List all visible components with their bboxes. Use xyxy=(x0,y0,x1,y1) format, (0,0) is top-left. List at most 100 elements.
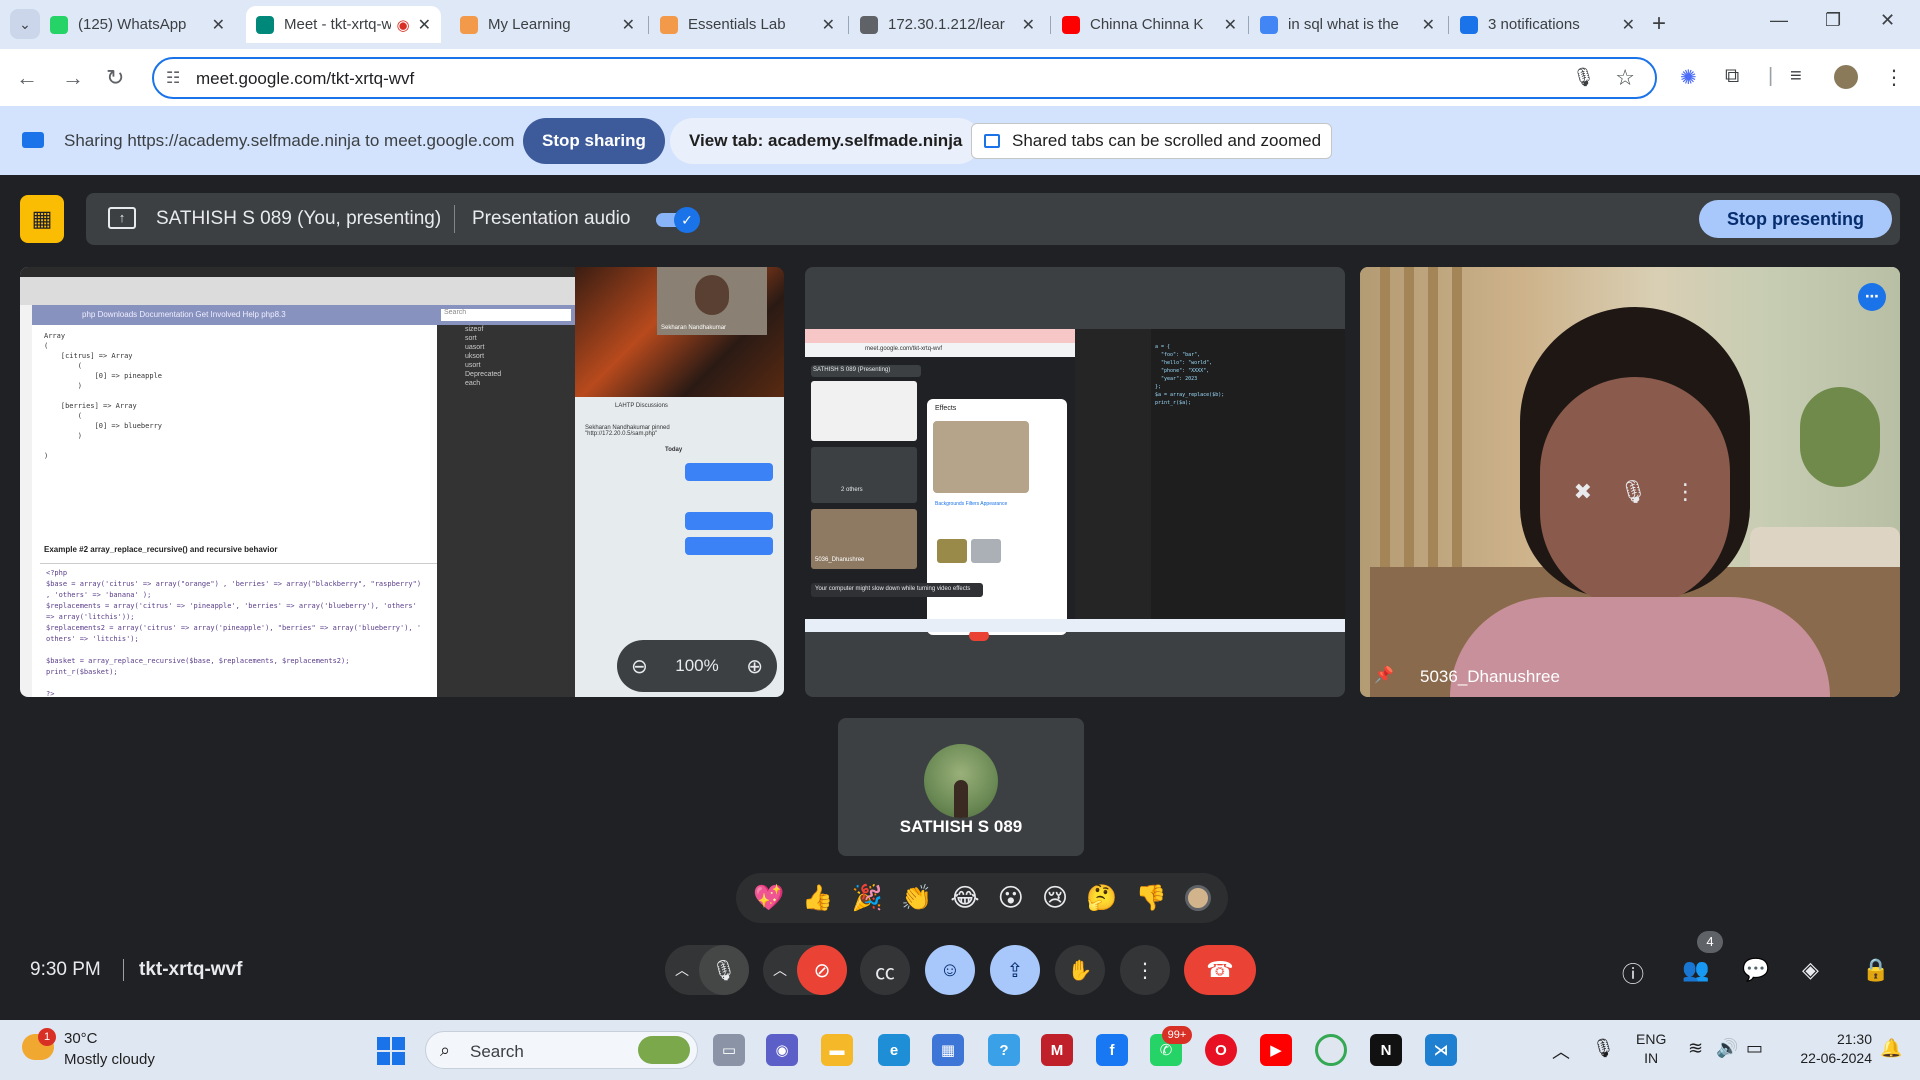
address-bar[interactable]: ☷ meet.google.com/tkt-xrtq-wvf 🎙 ☆ xyxy=(152,57,1657,99)
tab-close-icon[interactable]: ✕ xyxy=(622,15,635,35)
opera-icon[interactable]: O xyxy=(1205,1034,1237,1066)
zoom-in-icon[interactable]: ⊕ xyxy=(746,654,763,679)
minimize-button[interactable]: — xyxy=(1770,10,1788,31)
scroll-zoom-icon xyxy=(984,134,1000,148)
tab-close-icon[interactable]: ✕ xyxy=(418,15,431,35)
reaction-party-popper[interactable]: 🎉 xyxy=(852,884,883,913)
browser-tab[interactable]: (125) WhatsApp ✕ xyxy=(40,6,235,43)
presentation-audio-toggle[interactable]: ✓ xyxy=(656,207,700,233)
site-info-icon[interactable]: ☷ xyxy=(166,68,180,88)
reaction-surprised[interactable]: 😮 xyxy=(998,883,1024,913)
microsoft-store-icon[interactable]: ▦ xyxy=(932,1034,964,1066)
voice-search-icon[interactable]: 🎙 xyxy=(1572,67,1595,88)
bookmark-star-icon[interactable]: ☆ xyxy=(1615,65,1635,91)
browser-tab[interactable]: My Learning ✕ xyxy=(450,6,645,43)
zoom-out-icon[interactable]: ⊖ xyxy=(631,654,648,679)
teams-icon[interactable]: ◉ xyxy=(766,1034,798,1066)
edge-icon[interactable]: e xyxy=(878,1034,910,1066)
presentation-preview-tile[interactable]: meet.google.com/tkt-xrtq-wvf SATHISH S 0… xyxy=(805,267,1345,697)
presenting-bar-divider xyxy=(454,205,455,233)
host-controls-icon[interactable]: 🔒 xyxy=(1862,957,1889,983)
mic-icon[interactable]: 🎙 xyxy=(1619,479,1647,505)
system-clock[interactable]: 21:30 22-06-2024 xyxy=(1786,1030,1872,1068)
maximize-button[interactable]: ❐ xyxy=(1825,10,1841,31)
tab-close-icon[interactable]: ✕ xyxy=(822,15,835,35)
extension-gemini-icon[interactable]: ✺ xyxy=(1680,65,1697,90)
meeting-info-icon[interactable]: ⓘ xyxy=(1622,957,1644,989)
browser-tab[interactable]: Essentials Lab ✕ xyxy=(650,6,845,43)
browser-menu-icon[interactable]: ⋮ xyxy=(1884,65,1904,90)
input-language[interactable]: ENG IN xyxy=(1636,1030,1666,1068)
more-options-button[interactable]: ⋮ xyxy=(1120,945,1170,995)
media-controls-icon[interactable]: ≡ xyxy=(1790,65,1802,88)
new-tab-button[interactable]: + xyxy=(1652,10,1666,38)
chat-icon[interactable]: 💬 xyxy=(1742,957,1769,983)
reload-button[interactable]: ↻ xyxy=(106,65,124,91)
browser-tab[interactable]: 172.30.1.212/lear ✕ xyxy=(850,6,1045,43)
activities-icon[interactable]: ◈ xyxy=(1802,957,1819,983)
forward-button[interactable]: → xyxy=(62,65,84,91)
tab-search-button[interactable]: ⌄ xyxy=(10,9,40,39)
notification-bell-icon[interactable]: 🔔 xyxy=(1880,1038,1902,1059)
weather-condition[interactable]: Mostly cloudy xyxy=(64,1051,155,1068)
extensions-puzzle-icon[interactable]: ⧉ xyxy=(1725,65,1739,88)
shared-screen-tile[interactable]: php Downloads Documentation Get Involved… xyxy=(20,267,784,697)
reaction-thumbs-down[interactable]: 👎 xyxy=(1136,884,1167,913)
reaction-clapping[interactable]: 👏 xyxy=(901,884,932,913)
wifi-icon[interactable]: ≋ xyxy=(1688,1038,1703,1059)
tab-close-icon[interactable]: ✕ xyxy=(212,15,225,35)
weather-temperature[interactable]: 30°C xyxy=(64,1030,98,1047)
file-explorer-icon[interactable]: ▬ xyxy=(821,1034,853,1066)
profile-avatar[interactable] xyxy=(1834,65,1858,89)
reaction-thumbs-up[interactable]: 👍 xyxy=(802,884,833,913)
reaction-crying[interactable]: 😢 xyxy=(1042,883,1068,913)
taskbar-search[interactable]: ⌕ Search xyxy=(425,1031,698,1069)
facebook-icon[interactable]: f xyxy=(1096,1034,1128,1066)
self-tile[interactable]: SATHISH S 089 xyxy=(838,718,1084,856)
back-button[interactable]: ← xyxy=(16,65,38,91)
volume-icon[interactable]: 🔊 xyxy=(1716,1038,1738,1059)
mcafee-icon[interactable]: M xyxy=(1041,1034,1073,1066)
address-url[interactable]: meet.google.com/tkt-xrtq-wvf xyxy=(196,69,414,89)
more-options-icon[interactable]: ⋮ xyxy=(1674,479,1696,505)
battery-icon[interactable]: ▭ xyxy=(1746,1038,1763,1059)
reaction-sparkling-heart[interactable]: 💖 xyxy=(753,884,784,913)
tab-close-icon[interactable]: ✕ xyxy=(1422,15,1435,35)
captions-button[interactable]: ㏄ xyxy=(860,945,910,995)
browser-tab[interactable]: in sql what is the ✕ xyxy=(1250,6,1445,43)
browser-tab[interactable]: Meet - tkt-xrtq-wvf ◉ ✕ xyxy=(246,6,441,43)
tab-close-icon[interactable]: ✕ xyxy=(1224,15,1237,35)
task-view-icon[interactable]: ▭ xyxy=(713,1034,745,1066)
audio-options-chevron-icon[interactable]: ︿ xyxy=(665,960,699,980)
skin-tone-selector[interactable] xyxy=(1184,885,1211,911)
help-icon[interactable]: ? xyxy=(988,1034,1020,1066)
video-options-chevron-icon[interactable]: ︿ xyxy=(763,960,797,980)
view-shared-tab-button[interactable]: View tab: academy.selfmade.ninja xyxy=(670,118,982,164)
stop-presenting-button[interactable]: Stop presenting xyxy=(1699,200,1893,238)
people-icon[interactable]: 👥 xyxy=(1682,957,1709,983)
reaction-laughing[interactable]: 😂 xyxy=(950,883,979,913)
stop-sharing-button[interactable]: Stop sharing xyxy=(523,118,665,164)
emoji-reactions-button[interactable]: ☺ xyxy=(925,945,975,995)
raise-hand-button[interactable]: ✋ xyxy=(1055,945,1105,995)
close-window-button[interactable]: ✕ xyxy=(1880,10,1895,31)
unpin-icon[interactable]: ✖ xyxy=(1574,479,1592,505)
camera-off-button[interactable]: ⊘ xyxy=(797,945,847,995)
tile-more-icon[interactable]: ⋯ xyxy=(1858,283,1886,311)
tab-close-icon[interactable]: ✕ xyxy=(1622,15,1635,35)
browser-tab[interactable]: Chinna Chinna K ✕ xyxy=(1052,6,1247,43)
youtube-icon[interactable]: ▶ xyxy=(1260,1034,1292,1066)
reaction-thinking[interactable]: 🤔 xyxy=(1086,884,1117,913)
leave-call-button[interactable]: ☎ xyxy=(1184,945,1256,995)
chrome-icon[interactable] xyxy=(1315,1034,1347,1066)
show-hidden-icons-chevron-icon[interactable]: ︿ xyxy=(1552,1038,1570,1064)
tray-microphone-icon[interactable]: 🎙 xyxy=(1592,1038,1615,1059)
vscode-icon[interactable]: ⋊ xyxy=(1425,1034,1457,1066)
notion-icon[interactable]: N xyxy=(1370,1034,1402,1066)
windows-start-icon[interactable] xyxy=(377,1037,405,1065)
microphone-button[interactable]: 🎙 xyxy=(699,945,749,995)
browser-tab[interactable]: 3 notifications ✕ xyxy=(1450,6,1645,43)
tab-close-icon[interactable]: ✕ xyxy=(1022,15,1035,35)
participant-tile-dhanushree[interactable]: ✖ 🎙 ⋮ ⋯ 📌 5036_Dhanushree xyxy=(1360,267,1900,697)
present-screen-button[interactable]: ⇪ xyxy=(990,945,1040,995)
